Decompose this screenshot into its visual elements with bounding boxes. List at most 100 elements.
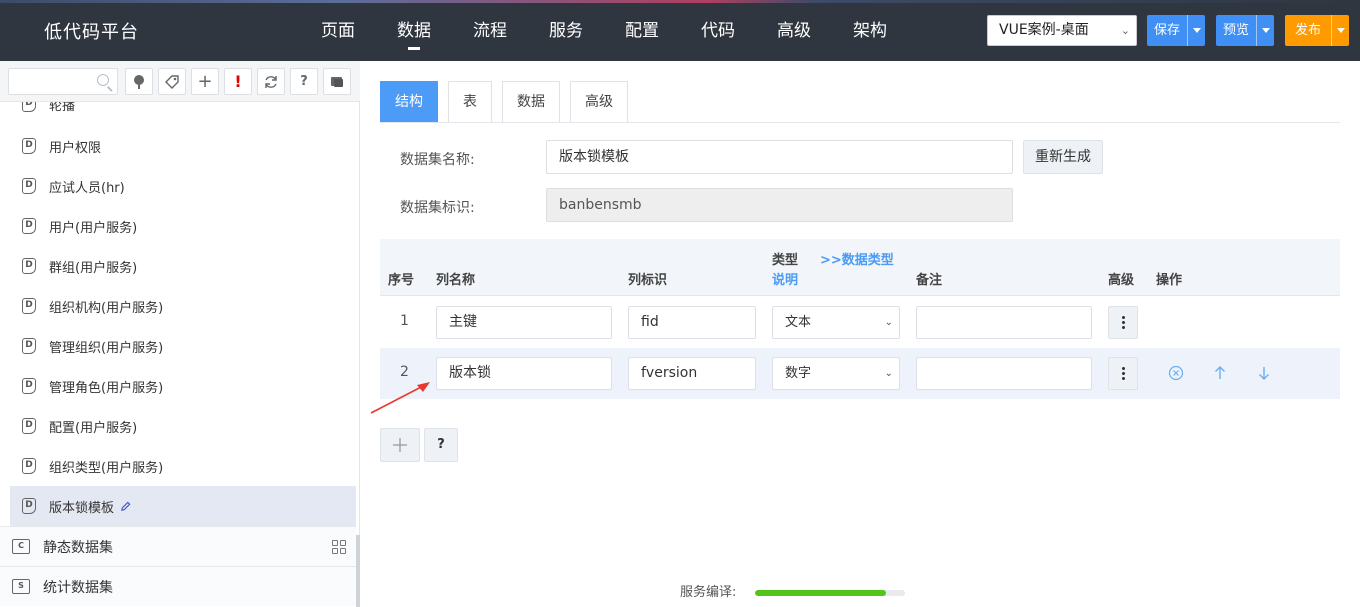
tab-advanced[interactable]: 高级 [570,81,628,122]
type-select[interactable]: 文本 ⌄ [772,306,900,339]
col-name-input[interactable]: 版本锁 [436,357,612,390]
dataset-icon: D [22,178,36,194]
tree-item-label: 用户(用户服务) [49,220,138,236]
delete-circle-icon[interactable] [1167,364,1185,382]
plus-icon[interactable]: + [191,68,219,95]
data-type-link[interactable]: >>数据类型 [820,249,894,268]
th-type: 类型 [772,253,799,268]
dataset-icon: D [22,258,36,274]
more-options-icon[interactable] [1108,357,1138,390]
dataset-icon: D [22,102,36,112]
tag-icon[interactable] [158,68,186,95]
sidebar: + ! ? D 轮播 D 用户权限 D 应试人员(hr) D 用户(用户服务) … [0,61,360,607]
question-icon[interactable]: ? [290,68,318,95]
grid-icon[interactable] [332,540,346,554]
nav-item-pages[interactable]: 页面 [300,0,376,61]
nav-item-config[interactable]: 配置 [604,0,680,61]
comment-icon[interactable] [323,68,351,95]
tree-item[interactable]: D 管理组织(用户服务) [10,326,356,366]
more-options-icon[interactable] [1108,306,1138,339]
type-select-value: 文本 [785,315,812,330]
arrow-down-icon[interactable] [1255,364,1273,382]
app-select[interactable]: VUE案例-桌面 ⌄ [987,15,1137,46]
folder-icon: S [12,579,30,594]
chevron-down-icon: ⌄ [884,368,893,379]
dataset-icon: D [22,218,36,234]
tree-item[interactable]: D 用户(用户服务) [10,206,356,246]
tree-item[interactable]: D 用户权限 [10,126,356,166]
tree-item-label: 群组(用户服务) [49,260,138,276]
dataset-icon: D [22,498,36,514]
tab-bar: 结构 表 数据 高级 [380,81,638,123]
tab-structure[interactable]: 结构 [380,81,438,122]
table-row: 1 主键 fid 文本 ⌄ [380,297,1340,348]
nav-item-code[interactable]: 代码 [680,0,756,61]
tree-item[interactable]: D 组织机构(用户服务) [10,286,356,326]
type-select[interactable]: 数字 ⌄ [772,357,900,390]
add-column-button[interactable] [380,428,420,462]
tree-icon[interactable] [125,68,153,95]
pencil-icon[interactable] [120,501,131,512]
dataset-tree: D 轮播 D 用户权限 D 应试人员(hr) D 用户(用户服务) D 群组(用… [0,102,356,607]
preview-dropdown-caret-icon[interactable] [1256,15,1274,46]
main-nav: 页面 数据 流程 服务 配置 代码 高级 架构 [300,0,908,61]
th-advanced: 高级 [1108,273,1135,288]
sidebar-scrollbar[interactable] [356,535,360,607]
app-select-value: VUE案例-桌面 [999,22,1089,38]
nav-item-service[interactable]: 服务 [528,0,604,61]
tab-data[interactable]: 数据 [502,81,560,122]
sidebar-search-input[interactable] [8,68,118,95]
tree-item-label: 管理角色(用户服务) [49,380,164,396]
refresh-icon[interactable] [257,68,285,95]
folder-icon: C [12,539,30,554]
dataset-icon: D [22,298,36,314]
th-remark: 备注 [916,273,943,288]
help-button[interactable]: ? [424,428,458,462]
tree-item-label: 版本锁模板 [49,500,115,516]
type-description-link[interactable]: 说明 [772,269,798,288]
tree-item[interactable]: D 配置(用户服务) [10,406,356,446]
tab-table[interactable]: 表 [448,81,492,122]
group-label: 统计数据集 [43,579,113,596]
remark-input[interactable] [916,357,1092,390]
tree-item-label: 组织机构(用户服务) [49,300,164,316]
remark-input[interactable] [916,306,1092,339]
group-static-datasets[interactable]: C 静态数据集 [0,526,356,566]
chevron-down-icon: ⌄ [1120,24,1130,37]
dataset-icon: D [22,378,36,394]
search-icon [97,74,109,86]
row-seq: 2 [400,364,409,380]
tree-item[interactable]: D 轮播 [10,102,356,124]
group-stat-datasets[interactable]: S 统计数据集 [0,566,356,606]
plus-icon [393,438,407,452]
col-name-input[interactable]: 主键 [436,306,612,339]
tree-item[interactable]: D 群组(用户服务) [10,246,356,286]
nav-item-advanced[interactable]: 高级 [756,0,832,61]
save-dropdown-caret-icon[interactable] [1187,15,1205,46]
tree-item[interactable]: D 组织类型(用户服务) [10,446,356,486]
top-header: 低代码平台 页面 数据 流程 服务 配置 代码 高级 架构 VUE案例-桌面 ⌄… [0,0,1360,61]
chevron-down-icon: ⌄ [884,317,893,328]
nav-item-flow[interactable]: 流程 [452,0,528,61]
save-button[interactable]: 保存 [1147,15,1206,46]
regenerate-button[interactable]: 重新生成 [1023,140,1103,174]
nav-item-data[interactable]: 数据 [376,0,452,61]
tree-item-selected[interactable]: D 版本锁模板 [10,486,356,526]
nav-item-architecture[interactable]: 架构 [832,0,908,61]
arrow-up-icon[interactable] [1211,364,1229,382]
preview-button[interactable]: 预览 [1216,15,1275,46]
publish-button[interactable]: 发布 [1285,15,1350,46]
tree-item[interactable]: D 管理角色(用户服务) [10,366,356,406]
dataset-name-label: 数据集名称: [400,152,475,168]
dataset-icon: D [22,138,36,154]
tree-item[interactable]: D 应试人员(hr) [10,166,356,206]
tree-item-label: 轮播 [49,102,76,114]
dataset-name-input[interactable]: 版本锁模板 [546,140,1013,174]
publish-dropdown-caret-icon[interactable] [1331,15,1349,46]
exclamation-icon[interactable]: ! [224,68,252,95]
th-col-name: 列名称 [436,273,476,288]
save-button-label: 保存 [1154,23,1181,38]
dataset-id-input[interactable]: banbensmb [546,188,1013,222]
col-id-input[interactable]: fversion [628,357,756,390]
col-id-input[interactable]: fid [628,306,756,339]
